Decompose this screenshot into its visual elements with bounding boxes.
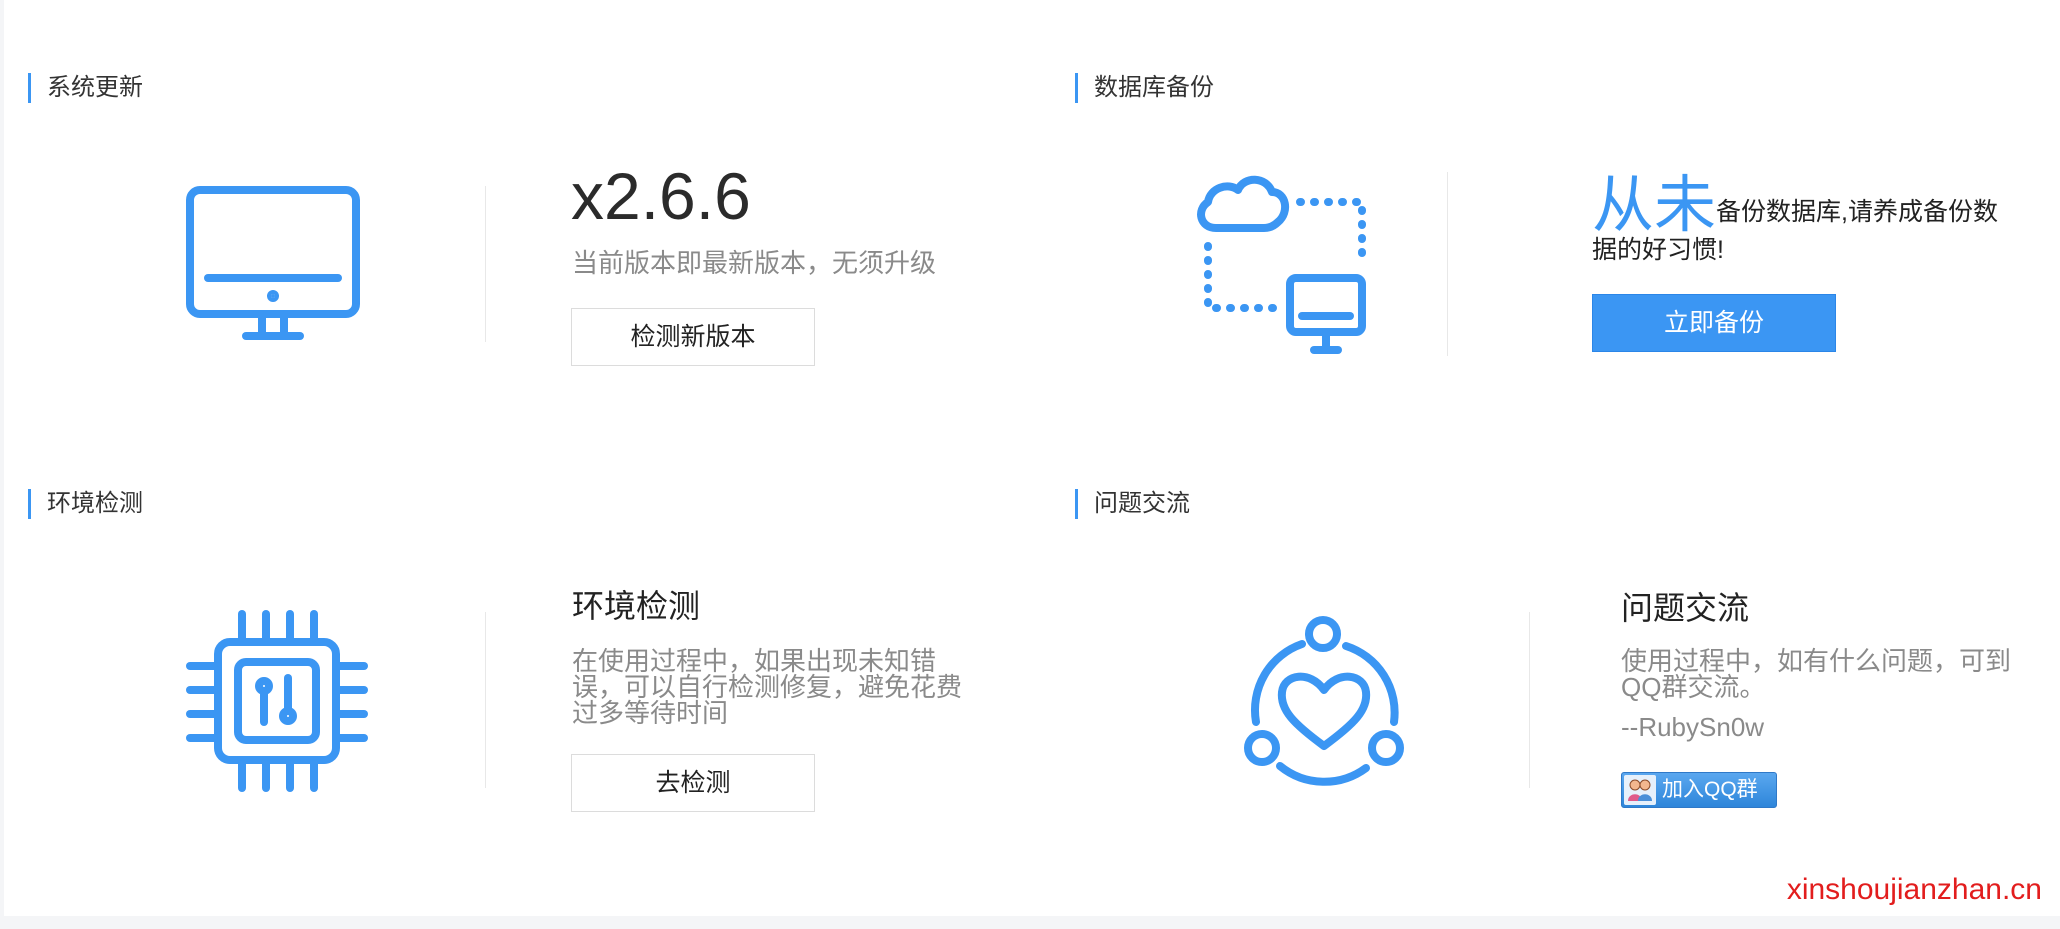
support-author: --RubySn0w	[1621, 712, 1765, 742]
join-qq-group-label: 加入QQ群	[1662, 778, 1758, 801]
section-title-support: 问题交流	[1075, 489, 1190, 519]
section-title-update: 系统更新	[28, 73, 143, 103]
update-status-text: 当前版本即最新版本，无须升级	[572, 248, 937, 278]
divider	[1529, 612, 1530, 788]
chip-icon	[186, 610, 368, 797]
backup-now-button[interactable]: 立即备份	[1592, 294, 1836, 352]
backup-never-label: 从未	[1592, 171, 1717, 240]
main-panel: 系统更新 x2.6.6 当前版本即最新版本，无须升级 检测新版本 数据库备份 从…	[4, 0, 2060, 916]
support-description: 使用过程中，如有什么问题，可到QQ群交流。	[1621, 646, 2012, 702]
version-number: x2.6.6	[571, 159, 751, 233]
watermark-text: xinshoujianzhan.cn	[1786, 873, 2042, 906]
backup-status-text: 从未备份数据库,请养成备份数据的好习惯!	[1592, 175, 2012, 265]
cloud-sync-icon	[1190, 170, 1374, 365]
divider	[485, 612, 486, 788]
run-env-check-button[interactable]: 去检测	[571, 754, 815, 812]
heart-community-icon	[1240, 614, 1410, 791]
section-title-env: 环境检测	[28, 489, 143, 519]
join-qq-group-button[interactable]: 加入QQ群	[1621, 772, 1777, 808]
section-title-backup: 数据库备份	[1075, 73, 1214, 103]
monitor-icon	[182, 182, 364, 349]
env-heading: 环境检测	[572, 588, 701, 624]
divider	[485, 186, 486, 342]
qq-users-icon	[1624, 775, 1656, 805]
check-update-button[interactable]: 检测新版本	[571, 308, 815, 366]
divider	[1447, 172, 1448, 356]
env-description: 在使用过程中，如果出现未知错误，可以自行检测修复，避免花费过多等待时间	[572, 646, 963, 728]
support-heading: 问题交流	[1621, 590, 1750, 626]
